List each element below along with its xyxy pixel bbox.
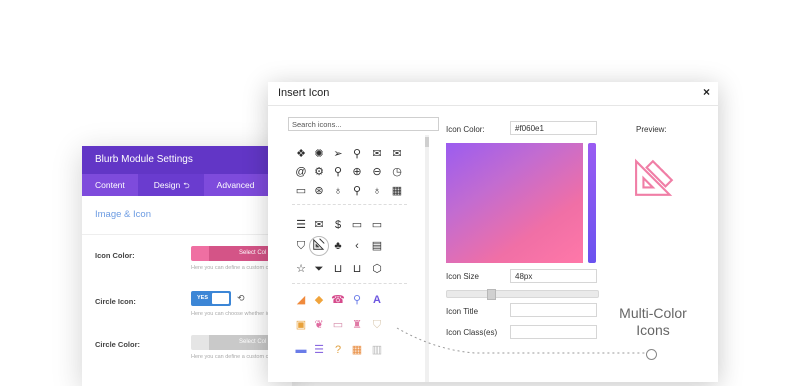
tab-design-label: Design <box>153 180 181 190</box>
search-icon[interactable]: ⚲ <box>331 165 345 179</box>
color-question-icon[interactable]: ? <box>331 343 345 357</box>
select-color-text: Select Col <box>239 339 267 345</box>
lightbulb-gear-icon[interactable]: ♁ <box>370 184 384 198</box>
settings-icon[interactable]: ⚙ <box>312 165 326 179</box>
badge-outline-icon[interactable]: ⬡ <box>370 262 384 276</box>
preview-label: Preview: <box>636 125 667 134</box>
blurb-panel-title: Blurb Module Settings <box>82 146 292 174</box>
shield-icon[interactable]: ⛉ <box>294 239 308 253</box>
color-book-icon[interactable]: ▥ <box>370 343 384 357</box>
icon-size-slider[interactable] <box>446 289 599 300</box>
close-icon[interactable]: × <box>703 85 710 99</box>
icon-color-label: Icon Color: <box>95 251 135 260</box>
multi-color-callout: Multi-Color Icons <box>606 305 700 339</box>
undo-icon: ⮌ <box>183 181 190 190</box>
grid-divider <box>292 283 407 284</box>
map-pin-icon[interactable]: ⚲ <box>350 147 364 161</box>
shopping-basket-icon[interactable]: ⊔ <box>350 262 364 276</box>
zoom-in-icon[interactable]: ⊕ <box>350 165 364 179</box>
color-font-icon[interactable]: A <box>370 293 384 307</box>
basket-icon[interactable]: ⊔ <box>331 262 345 276</box>
callout-line-2: Icons <box>636 322 670 338</box>
server-icon[interactable]: ☰ <box>294 218 308 232</box>
circle-color-help: Here you can define a custom col <box>191 354 273 360</box>
filter-icon[interactable]: ⏷ <box>312 262 326 276</box>
mail-box-icon[interactable]: ✉ <box>312 218 326 232</box>
color-phone-icon[interactable]: ☎ <box>331 293 345 307</box>
color-code-icon[interactable]: ▭ <box>331 318 345 332</box>
zoom-out-icon[interactable]: ⊖ <box>370 165 384 179</box>
circle-icon-label: Circle Icon: <box>95 297 136 306</box>
blurb-settings-panel: Blurb Module Settings Content Design ⮌ Ad… <box>82 146 301 386</box>
card-icon[interactable]: ▭ <box>294 184 308 198</box>
icon-color-label: Icon Color: <box>446 125 485 134</box>
color-bag-icon[interactable]: ♜ <box>350 318 364 332</box>
lightbulb-icon[interactable]: ♁ <box>331 184 345 198</box>
blurb-tabs: Content Design ⮌ Advanced <box>82 174 292 196</box>
callout-dot <box>646 349 657 360</box>
calendar-grid-icon[interactable]: ▦ <box>390 184 404 198</box>
toggle-yes-text: YES <box>197 295 209 301</box>
select-color-text: Select Col <box>239 250 267 256</box>
tab-content[interactable]: Content <box>82 174 138 196</box>
section-title[interactable]: Image & Icon <box>82 196 292 235</box>
modal-title: Insert Icon <box>278 87 330 99</box>
set-square-icon[interactable] <box>309 236 329 256</box>
search-input[interactable] <box>288 117 439 131</box>
preview-set-square-icon <box>635 158 674 196</box>
tab-advanced-label: Advanced <box>216 180 255 190</box>
envelope-icon[interactable]: ✉ <box>390 147 404 161</box>
icon-title-label: Icon Title <box>446 307 479 316</box>
hue-slider[interactable] <box>588 143 596 263</box>
icon-color-help: Here you can define a custom col <box>191 265 273 271</box>
color-image-icon[interactable]: ▣ <box>294 318 308 332</box>
chevron-left-icon[interactable]: ‹ <box>350 239 364 253</box>
location-icon[interactable]: ⚲ <box>350 184 364 198</box>
building-icon[interactable]: ▤ <box>370 239 384 253</box>
tab-content-label: Content <box>95 180 125 190</box>
color-location-icon[interactable]: ⚲ <box>350 293 364 307</box>
color-shield-icon[interactable]: ⛉ <box>370 318 384 332</box>
icon-size-input[interactable] <box>510 269 597 283</box>
circle-icon-toggle[interactable]: YES <box>191 291 231 306</box>
callout-line-1: Multi-Color <box>619 305 687 321</box>
open-envelope-icon[interactable]: ✉ <box>370 147 384 161</box>
grid-divider <box>292 204 407 205</box>
globe-icon[interactable]: ⊛ <box>312 184 326 198</box>
icon-title-input[interactable] <box>510 303 597 317</box>
hand-coin-icon[interactable]: ♣ <box>331 239 345 253</box>
dollar-icon[interactable]: $ <box>331 218 345 232</box>
paper-plane-icon[interactable]: ➢ <box>331 147 345 161</box>
slider-thumb[interactable] <box>487 289 496 300</box>
color-card-icon[interactable]: ▬ <box>294 343 308 357</box>
color-mouse-icon[interactable]: ❦ <box>312 318 326 332</box>
window-icon[interactable]: ▭ <box>350 218 364 232</box>
color-chart-icon[interactable]: ◢ <box>294 293 308 307</box>
tab-advanced[interactable]: Advanced <box>204 174 268 196</box>
color-layers-icon[interactable]: ◆ <box>312 293 326 307</box>
tab-design[interactable]: Design ⮌ <box>137 174 204 196</box>
reset-icon[interactable]: ⟲ <box>237 293 245 304</box>
color-picker-area[interactable] <box>446 143 583 263</box>
color-calendar-icon[interactable]: ▦ <box>350 343 364 357</box>
terminal-icon[interactable]: ▭ <box>370 218 384 232</box>
scrollbar-thumb[interactable] <box>425 137 429 147</box>
icon-color-input[interactable] <box>510 121 597 135</box>
modal-header: Insert Icon × <box>268 82 718 106</box>
star-icon[interactable]: ☆ <box>294 262 308 276</box>
color-server-icon[interactable]: ☰ <box>312 343 326 357</box>
circle-color-label: Circle Color: <box>95 340 141 349</box>
circle-icon-help: Here you can choose whether ico <box>191 311 273 317</box>
gear-badge-icon[interactable]: ✺ <box>312 147 326 161</box>
toggle-knob <box>212 293 229 304</box>
badge-icon[interactable]: ❖ <box>294 147 308 161</box>
icon-size-label: Icon Size <box>446 272 479 281</box>
history-icon[interactable]: ◷ <box>390 165 404 179</box>
at-sign-icon[interactable]: @ <box>294 165 308 179</box>
